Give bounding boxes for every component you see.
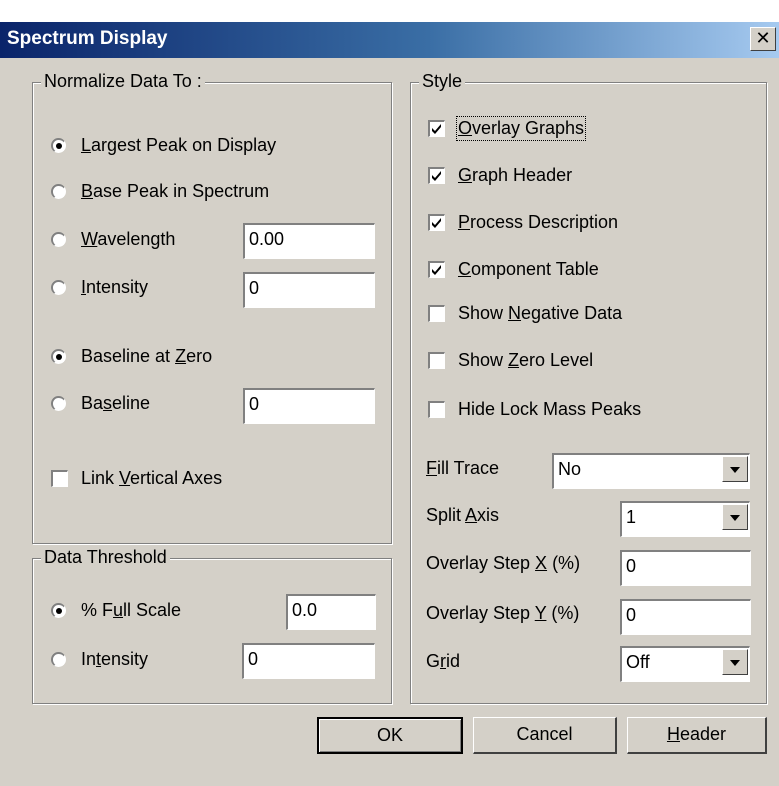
overlay-step-x-label: Overlay Step X (%) [426,553,581,573]
baseline-zero-label: Baseline at Zero [81,346,213,366]
check-mark-icon [432,171,441,181]
largest-peak-label: Largest Peak on Display [81,135,277,155]
dropdown-button[interactable] [722,649,748,675]
chevron-down-icon [730,515,740,521]
fill-trace-value: No [558,459,582,479]
intensity-input[interactable]: 0 [243,272,375,308]
checkbox[interactable] [51,470,68,487]
normalize-group: Normalize Data To : Largest Peak on Disp… [32,71,392,544]
checkbox[interactable] [428,214,445,231]
intensity-label: Intensity [81,277,149,297]
split-axis-value: 1 [626,507,637,527]
wavelength-label: Wavelength [81,229,176,249]
hide-lock-mass-label: Hide Lock Mass Peaks [458,399,642,419]
component-table-label: Component Table [458,259,599,279]
dropdown-button[interactable] [722,456,748,482]
overlay-graphs-label: Overlay Graphs [455,116,587,141]
data-threshold-group: Data Threshold % Full Scale 0.0 Intensit… [32,547,392,704]
fill-trace-select[interactable]: No [552,453,750,489]
dropdown-button[interactable] [722,504,748,530]
overlay-step-x-input[interactable]: 0 [620,550,751,586]
overlay-step-y-label: Overlay Step Y (%) [426,603,580,623]
spectrum-display-dialog: Spectrum Display ✕ Normalize Data To : L… [0,22,779,786]
graph-header-label: Graph Header [458,165,573,185]
checkbox[interactable] [428,352,445,369]
radio-button[interactable] [51,603,66,618]
wavelength-input[interactable]: 0.00 [243,223,375,259]
base-peak-label: Base Peak in Spectrum [81,181,270,201]
style-group: Style Overlay Graphs Graph Header Proces… [410,71,767,704]
link-axes-label: Link Vertical Axes [81,468,223,488]
radio-button[interactable] [51,184,66,199]
chevron-down-icon [730,467,740,473]
radio-button[interactable] [51,652,66,667]
threshold-intensity-input[interactable]: 0 [242,643,375,679]
radio-dot [56,608,62,614]
radio-button[interactable] [51,396,66,411]
check-mark-icon [432,218,441,228]
title-bar[interactable]: Spectrum Display ✕ [0,22,779,58]
split-axis-label: Split Axis [426,505,500,525]
threshold-intensity-label: Intensity [81,649,149,669]
split-axis-select[interactable]: 1 [620,501,750,537]
checkbox[interactable] [428,167,445,184]
normalize-legend: Normalize Data To : [41,71,205,92]
checkbox[interactable] [428,401,445,418]
overlay-step-y-input[interactable]: 0 [620,599,751,635]
radio-button[interactable] [51,280,66,295]
radio-button[interactable] [51,349,66,364]
radio-button[interactable] [51,138,66,153]
check-mark-icon [432,265,441,275]
header-button[interactable]: Header [627,717,767,754]
checkbox[interactable] [428,261,445,278]
checkbox[interactable] [428,305,445,322]
chevron-down-icon [730,660,740,666]
radio-button[interactable] [51,232,66,247]
ok-button[interactable]: OK [317,717,463,754]
window-title: Spectrum Display [7,28,168,49]
grid-select[interactable]: Off [620,646,750,682]
show-zero-label: Show Zero Level [458,350,594,370]
baseline-input[interactable]: 0 [243,388,375,424]
cancel-button[interactable]: Cancel [473,717,617,754]
checkbox[interactable] [428,120,445,137]
fill-trace-label: Fill Trace [426,458,500,478]
full-scale-label: % Full Scale [81,600,182,620]
threshold-legend: Data Threshold [41,547,170,568]
radio-dot [56,143,62,149]
show-negative-label: Show Negative Data [458,303,623,323]
close-button[interactable]: ✕ [750,27,776,51]
process-description-label: Process Description [458,212,619,232]
check-mark-icon [432,124,441,134]
grid-label: Grid [426,651,461,671]
baseline-label: Baseline [81,393,151,413]
grid-value: Off [626,652,650,672]
style-legend: Style [419,71,466,92]
full-scale-input[interactable]: 0.0 [286,594,376,630]
radio-dot [56,354,62,360]
close-icon: ✕ [755,28,771,48]
